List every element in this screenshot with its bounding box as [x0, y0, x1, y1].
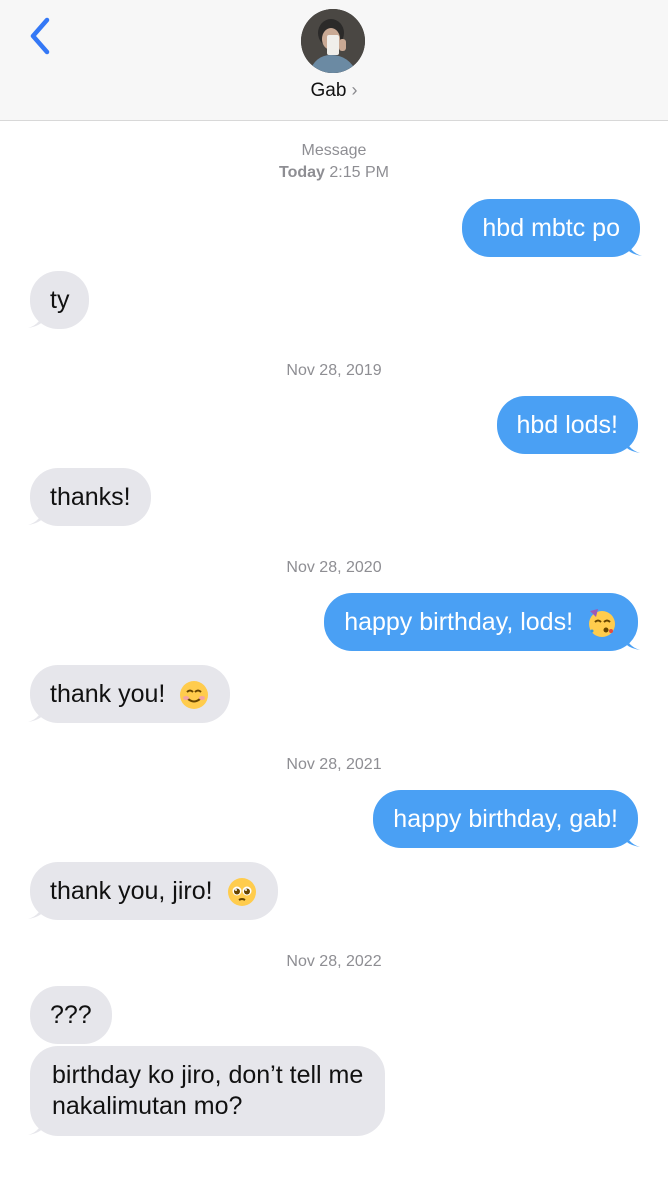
received-bubble-tail: [28, 899, 44, 919]
message-text: hbd mbtc po: [482, 214, 620, 242]
smiling-face-emoji: [180, 681, 209, 710]
conversation-intro: Message Today 2:15 PM: [0, 140, 668, 184]
message-text: hbd lods!: [516, 411, 618, 439]
timestamp-time: 2:15 PM: [329, 164, 389, 181]
avatar-photo: [301, 9, 365, 73]
avatar[interactable]: [301, 9, 365, 73]
timestamp-day: Today: [279, 164, 325, 181]
sent-bubble-tail: [624, 827, 640, 847]
chevron-left-icon: [30, 17, 50, 55]
chevron-right-icon: ›: [351, 80, 358, 100]
contact-name-button[interactable]: Gab ›: [0, 80, 668, 102]
message-text: thank you, jiro!: [50, 877, 213, 905]
message-text: thank you!: [50, 680, 166, 708]
message-text: happy birthday, gab!: [393, 805, 618, 833]
received-message[interactable]: thanks!: [30, 468, 151, 526]
sent-bubble-tail: [626, 236, 642, 256]
message-text-line: nakalimutan mo?: [52, 1092, 243, 1120]
received-bubble-tail: [28, 702, 44, 722]
contact-name: Gab: [310, 80, 347, 101]
timestamp: Today 2:15 PM: [0, 162, 668, 184]
pleading-face-emoji: [227, 878, 256, 907]
date-separator: Nov 28, 2022: [286, 953, 382, 970]
partying-face-emoji: [589, 609, 615, 638]
date-separator: Nov 28, 2021: [286, 756, 382, 773]
message-text: ty: [50, 286, 70, 314]
conversation-header: Gab ›: [0, 0, 668, 121]
sent-bubble-tail: [624, 630, 640, 650]
received-message[interactable]: thank you!: [30, 665, 231, 723]
received-message[interactable]: thank you, jiro!: [30, 862, 278, 920]
sent-bubble-tail: [624, 433, 640, 453]
message-text: ???: [50, 1001, 92, 1029]
sent-message[interactable]: happy birthday, lods!: [324, 593, 638, 651]
sent-message[interactable]: happy birthday, gab!: [373, 790, 638, 848]
received-bubble-tail: [28, 505, 44, 525]
message-text: happy birthday, lods!: [344, 608, 574, 636]
back-button[interactable]: [20, 14, 60, 58]
received-message[interactable]: ???: [30, 986, 112, 1044]
received-bubble-tail: [28, 308, 44, 328]
message-text: thanks!: [50, 483, 131, 511]
message-text-line: birthday ko jiro, don’t tell me: [52, 1061, 364, 1089]
date-separator: Nov 28, 2019: [286, 362, 382, 379]
sent-message[interactable]: hbd mbtc po: [462, 199, 640, 257]
received-message[interactable]: birthday ko jiro, don’t tell me nakalimu…: [30, 1046, 386, 1136]
sent-message[interactable]: hbd lods!: [496, 396, 638, 454]
date-separator: Nov 28, 2020: [286, 559, 382, 576]
received-bubble-tail: [28, 1115, 44, 1135]
service-label: Message: [301, 142, 367, 159]
